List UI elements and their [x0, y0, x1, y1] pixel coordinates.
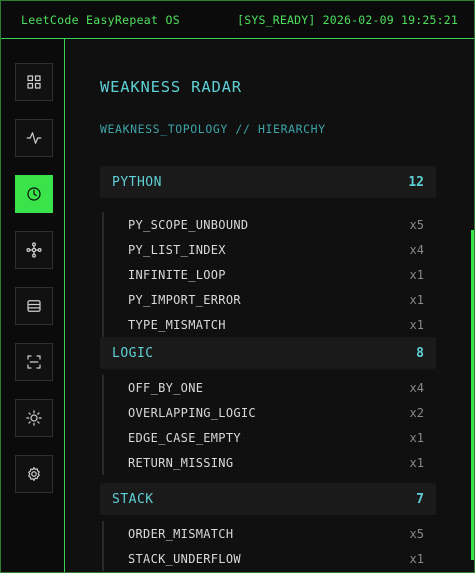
list-item[interactable]: PY_IMPORT_ERROR x1	[104, 287, 436, 312]
item-count: x1	[409, 551, 424, 566]
nav-scan-button[interactable]	[15, 343, 53, 381]
list-item[interactable]: PY_SCOPE_UNBOUND x5	[104, 212, 436, 237]
item-count: x1	[409, 317, 424, 332]
list-item[interactable]: STACK_UNDERFLOW x1	[104, 546, 436, 571]
group-header-python[interactable]: PYTHON 12	[100, 166, 436, 198]
group-count: 8	[416, 345, 424, 361]
nav-activity-button[interactable]	[15, 119, 53, 157]
gear-icon	[28, 467, 40, 481]
item-name: TYPE_MISMATCH	[128, 317, 226, 332]
nav-dashboard-button[interactable]	[15, 63, 53, 101]
sun-icon	[26, 410, 42, 426]
nav-settings-button[interactable]	[15, 455, 53, 493]
sidebar	[1, 39, 65, 572]
item-count: x5	[409, 217, 424, 232]
item-count: x2	[409, 405, 424, 420]
group-name: LOGIC	[112, 345, 154, 361]
group-name: STACK	[112, 491, 154, 507]
page-subtitle: WEAKNESS_TOPOLOGY // HIERARCHY	[100, 122, 326, 136]
list-item[interactable]: TYPE_MISMATCH x1	[104, 312, 436, 337]
item-name: PY_LIST_INDEX	[128, 242, 226, 257]
app-window: LeetCode EasyRepeat OS [SYS_READY] 2026-…	[0, 0, 475, 573]
nav-theme-button[interactable]	[15, 399, 53, 437]
item-name: RETURN_MISSING	[128, 455, 234, 470]
weakness-hierarchy: PYTHON 12 PY_SCOPE_UNBOUND x5 PY_LIST_IND…	[100, 166, 436, 571]
item-name: PY_IMPORT_ERROR	[128, 292, 241, 307]
item-name: STACK_UNDERFLOW	[128, 551, 241, 566]
scrollbar[interactable]	[471, 230, 474, 560]
item-count: x1	[409, 267, 424, 282]
item-count: x1	[409, 292, 424, 307]
list-item[interactable]: PY_LIST_INDEX x4	[104, 237, 436, 262]
item-count: x1	[409, 430, 424, 445]
activity-icon	[26, 132, 42, 144]
list-item[interactable]: ORDER_MISMATCH x5	[104, 521, 436, 546]
item-count: x4	[409, 380, 424, 395]
group-items-logic: OFF_BY_ONE x4 OVERLAPPING_LOGIC x2 EDGE_CA…	[102, 375, 436, 475]
item-name: ORDER_MISMATCH	[128, 526, 234, 541]
item-name: OVERLAPPING_LOGIC	[128, 405, 256, 420]
item-count: x5	[409, 526, 424, 541]
group-name: PYTHON	[112, 174, 162, 190]
top-bar: LeetCode EasyRepeat OS [SYS_READY] 2026-…	[1, 1, 474, 39]
group-header-logic[interactable]: LOGIC 8	[100, 337, 436, 369]
item-name: EDGE_CASE_EMPTY	[128, 430, 241, 445]
list-item[interactable]: EDGE_CASE_EMPTY x1	[104, 425, 436, 450]
list-item[interactable]: RETURN_MISSING x1	[104, 450, 436, 475]
scan-icon	[27, 355, 41, 369]
item-count: x4	[409, 242, 424, 257]
nav-database-button[interactable]	[15, 287, 53, 325]
nav-topology-button[interactable]	[15, 231, 53, 269]
clock-icon	[27, 187, 41, 201]
grid-icon	[27, 75, 41, 89]
item-count: x1	[409, 455, 424, 470]
group-count: 7	[416, 491, 424, 507]
network-icon	[26, 242, 42, 258]
group-items-stack: ORDER_MISMATCH x5 STACK_UNDERFLOW x1	[102, 521, 436, 571]
group-items-python: PY_SCOPE_UNBOUND x5 PY_LIST_INDEX x4 INFIN…	[102, 212, 436, 337]
database-icon	[27, 300, 41, 312]
group-header-stack[interactable]: STACK 7	[100, 483, 436, 515]
item-name: OFF_BY_ONE	[128, 380, 204, 395]
item-name: INFINITE_LOOP	[128, 267, 226, 282]
main-panel: WEAKNESS RADAR WEAKNESS_TOPOLOGY // HIER…	[66, 40, 474, 572]
system-status: [SYS_READY] 2026-02-09 19:25:21	[237, 12, 458, 27]
group-count: 12	[408, 174, 424, 190]
list-item[interactable]: OVERLAPPING_LOGIC x2	[104, 400, 436, 425]
app-title: LeetCode EasyRepeat OS	[21, 12, 180, 27]
page-title: WEAKNESS RADAR	[100, 78, 242, 96]
item-name: PY_SCOPE_UNBOUND	[128, 217, 249, 232]
list-item[interactable]: OFF_BY_ONE x4	[104, 375, 436, 400]
nav-history-button[interactable]	[15, 175, 53, 213]
list-item[interactable]: INFINITE_LOOP x1	[104, 262, 436, 287]
